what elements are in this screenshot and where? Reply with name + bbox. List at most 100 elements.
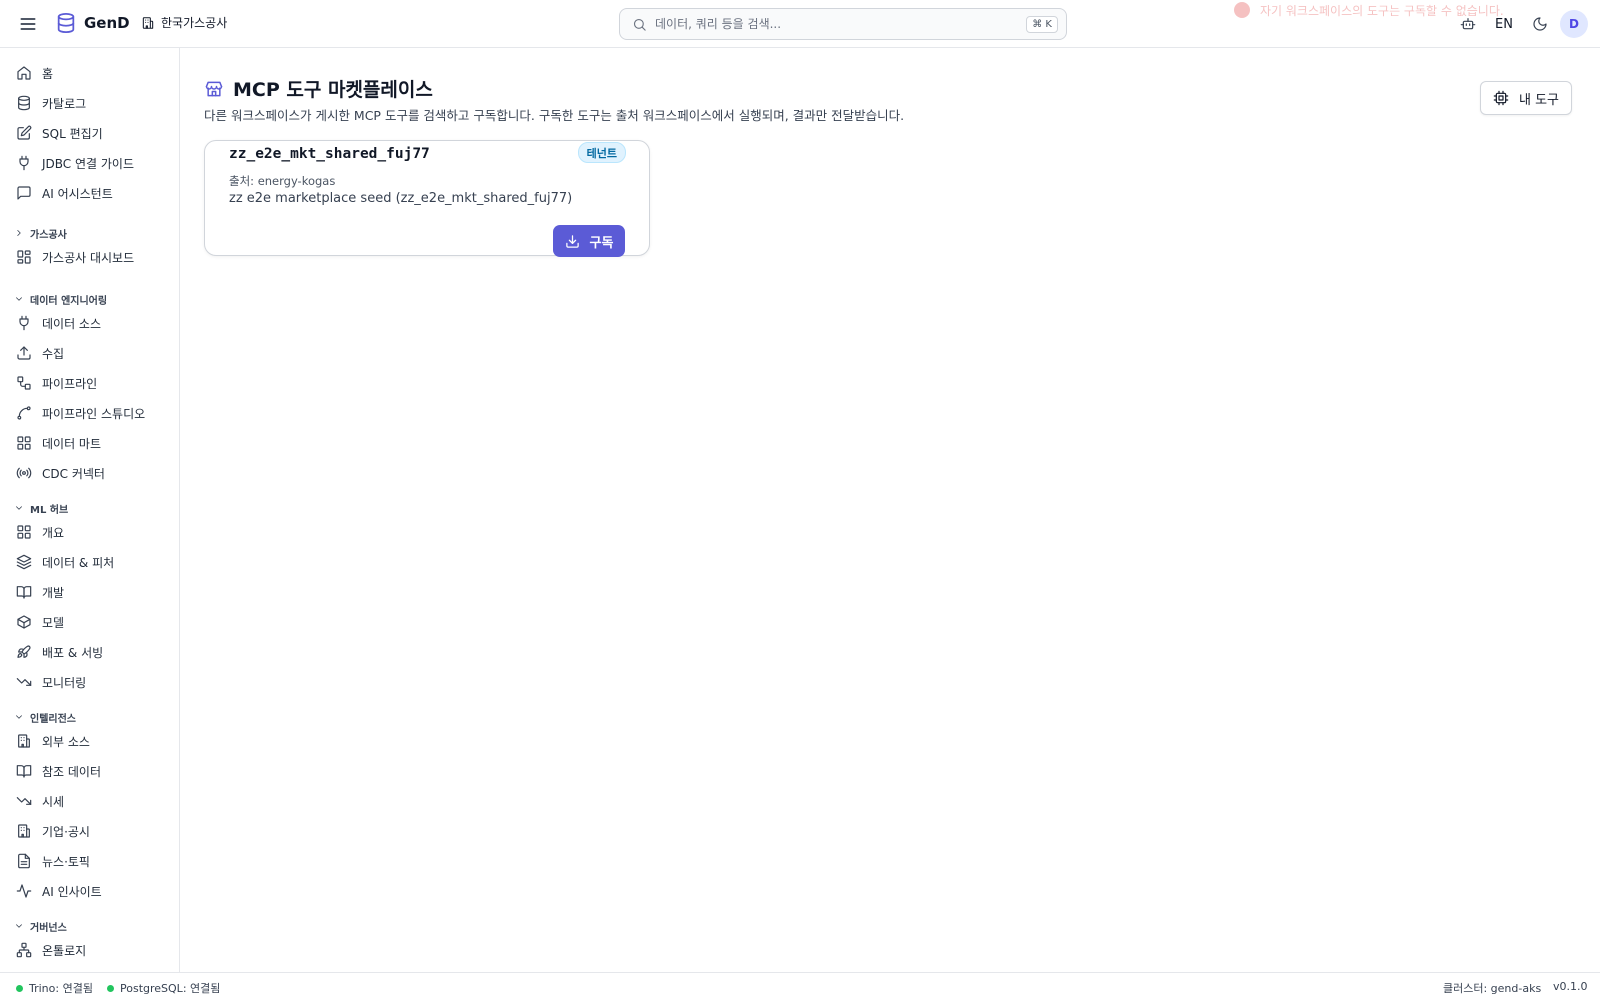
sidebar-item-data-source[interactable]: 데이터 소스 <box>16 312 101 334</box>
sidebar-item-label: 개요 <box>42 525 65 540</box>
brand[interactable]: GenD <box>55 12 130 34</box>
home-icon <box>16 65 32 81</box>
top-bar: GenD 한국가스공사 ⌘ K 자기 워크스페이스의 도구는 구독할 수 없습니… <box>0 0 1600 48</box>
language-toggle[interactable]: EN <box>1489 10 1519 38</box>
sidebar-item-ontology[interactable]: 온톨로지 <box>16 939 86 961</box>
sidebar-item-pipeline[interactable]: 파이프라인 <box>16 372 97 394</box>
sidebar-item-label: 모델 <box>42 615 65 630</box>
sidebar-item-catalog[interactable]: 카탈로그 <box>16 92 86 114</box>
section-title: 거버넌스 <box>30 922 67 934</box>
status-dot <box>107 984 114 992</box>
sidebar-item-data-features[interactable]: 데이터 & 피처 <box>16 551 114 573</box>
sidebar-item-news-topics[interactable]: 뉴스·토픽 <box>16 850 90 872</box>
moon-icon[interactable] <box>1526 10 1554 38</box>
file-icon <box>16 853 32 869</box>
search-shortcut: ⌘ K <box>1026 15 1058 33</box>
sidebar-item-deploy-serving[interactable]: 배포 & 서빙 <box>16 641 103 663</box>
section-title: ML 허브 <box>30 504 69 516</box>
trend-down-icon <box>16 793 32 809</box>
section-governance[interactable]: 거버넌스 <box>14 918 67 934</box>
tool-name: zz_e2e_mkt_shared_fuj77 <box>229 146 430 162</box>
page-header: MCP 도구 마켓플레이스 <box>204 75 433 102</box>
section-title: 인텔리전스 <box>30 713 76 725</box>
layers-icon <box>16 554 32 570</box>
sidebar-item-reference-data[interactable]: 참조 데이터 <box>16 760 101 782</box>
sidebar-item-ingestion[interactable]: 수집 <box>16 342 64 364</box>
grid-icon <box>16 435 32 451</box>
status-dot <box>16 984 23 992</box>
sidebar-item-overview[interactable]: 개요 <box>16 521 64 543</box>
chevron-down-icon <box>14 503 24 513</box>
download-icon <box>565 234 580 249</box>
upload-icon <box>16 345 32 361</box>
sidebar-item-gas-dashboard[interactable]: 가스공사 대시보드 <box>16 246 134 268</box>
sidebar-item-jdbc-guide[interactable]: JDBC 연결 가이드 <box>16 152 134 174</box>
building-icon <box>16 733 32 749</box>
section-ml-hub[interactable]: ML 허브 <box>14 500 68 516</box>
workspace-switcher[interactable]: 한국가스공사 <box>141 14 227 31</box>
sidebar-item-sql-editor[interactable]: SQL 편집기 <box>16 122 103 144</box>
sidebar-item-company-disclosure[interactable]: 기업·공시 <box>16 820 90 842</box>
trino-status: Trino: 연결됨 <box>16 980 93 996</box>
postgres-status: PostgreSQL: 연결됨 <box>107 980 220 996</box>
section-gas-company[interactable]: 가스공사 <box>14 225 67 241</box>
chevron-down-icon <box>14 712 24 722</box>
cpu-icon <box>1493 90 1509 106</box>
tool-description: zz e2e marketplace seed (zz_e2e_mkt_shar… <box>229 191 573 206</box>
edit-icon <box>16 125 32 141</box>
workspace-name: 한국가스공사 <box>161 16 228 30</box>
sidebar-item-label: AI 어시스턴트 <box>42 186 113 201</box>
sidebar-item-external-source[interactable]: 외부 소스 <box>16 730 90 752</box>
sidebar-item-model[interactable]: 모델 <box>16 611 64 633</box>
sidebar-item-label: 배포 & 서빙 <box>42 645 104 660</box>
sidebar-item-label: 시세 <box>42 794 65 809</box>
store-icon <box>204 79 224 99</box>
sidebar-item-data-mart[interactable]: 데이터 마트 <box>16 432 101 454</box>
sidebar-item-label: JDBC 연결 가이드 <box>42 156 135 171</box>
sidebar-item-ai-assistant[interactable]: AI 어시스턴트 <box>16 182 113 204</box>
building-icon <box>16 823 32 839</box>
section-intelligence[interactable]: 인텔리전스 <box>14 709 76 725</box>
sidebar-item-label: 수집 <box>42 346 65 361</box>
sidebar-item-label: 파이프라인 <box>42 376 98 391</box>
section-data-engineering[interactable]: 데이터 엔지니어링 <box>14 291 107 307</box>
sidebar-item-home[interactable]: 홈 <box>16 62 53 84</box>
my-tools-label: 내 도구 <box>1518 92 1559 108</box>
sidebar-item-market-price[interactable]: 시세 <box>16 790 64 812</box>
grid-icon <box>16 524 32 540</box>
sidebar-item-pipeline-studio[interactable]: 파이프라인 스튜디오 <box>16 402 145 424</box>
sidebar-item-label: 온톨로지 <box>42 943 87 958</box>
search-input[interactable] <box>655 17 1027 31</box>
sidebar-item-label: 카탈로그 <box>42 96 87 111</box>
search-icon <box>632 17 647 32</box>
menu-icon[interactable] <box>18 14 38 34</box>
avatar[interactable]: D <box>1560 10 1588 38</box>
database-icon <box>16 95 32 111</box>
brand-name: GenD <box>84 14 130 32</box>
activity-icon <box>16 883 32 899</box>
book-icon <box>16 763 32 779</box>
sidebar-item-cdc-connector[interactable]: CDC 커넥터 <box>16 462 105 484</box>
error-icon <box>1234 2 1250 18</box>
subscribe-button[interactable]: 구독 <box>553 225 625 257</box>
sidebar-item-ai-insight[interactable]: AI 인사이트 <box>16 880 102 902</box>
section-title: 데이터 엔지니어링 <box>30 295 108 307</box>
sidebar-item-label: 외부 소스 <box>42 734 90 749</box>
bot-icon[interactable] <box>1454 10 1482 38</box>
my-tools-button[interactable]: 내 도구 <box>1480 81 1572 115</box>
chevron-right-icon <box>14 228 24 238</box>
network-icon <box>16 942 32 958</box>
sidebar-item-monitoring[interactable]: 모니터링 <box>16 671 86 693</box>
sidebar-item-label: 데이터 소스 <box>42 316 102 331</box>
global-search[interactable]: ⌘ K <box>619 8 1067 40</box>
plug-icon <box>16 315 32 331</box>
sidebar-item-label: 모니터링 <box>42 675 87 690</box>
sidebar: 홈 카탈로그 SQL 편집기 JDBC 연결 가이드 AI 어시스턴트 가스공사… <box>0 48 180 972</box>
sidebar-item-label: 데이터 & 피처 <box>42 555 115 570</box>
trend-down-icon <box>16 674 32 690</box>
tool-card: zz_e2e_mkt_shared_fuj77 테넌트 출처: energy-k… <box>204 140 650 257</box>
spline-icon <box>16 405 32 421</box>
sidebar-item-development[interactable]: 개발 <box>16 581 64 603</box>
section-title: 가스공사 <box>30 229 67 241</box>
subscribe-label: 구독 <box>589 235 614 251</box>
